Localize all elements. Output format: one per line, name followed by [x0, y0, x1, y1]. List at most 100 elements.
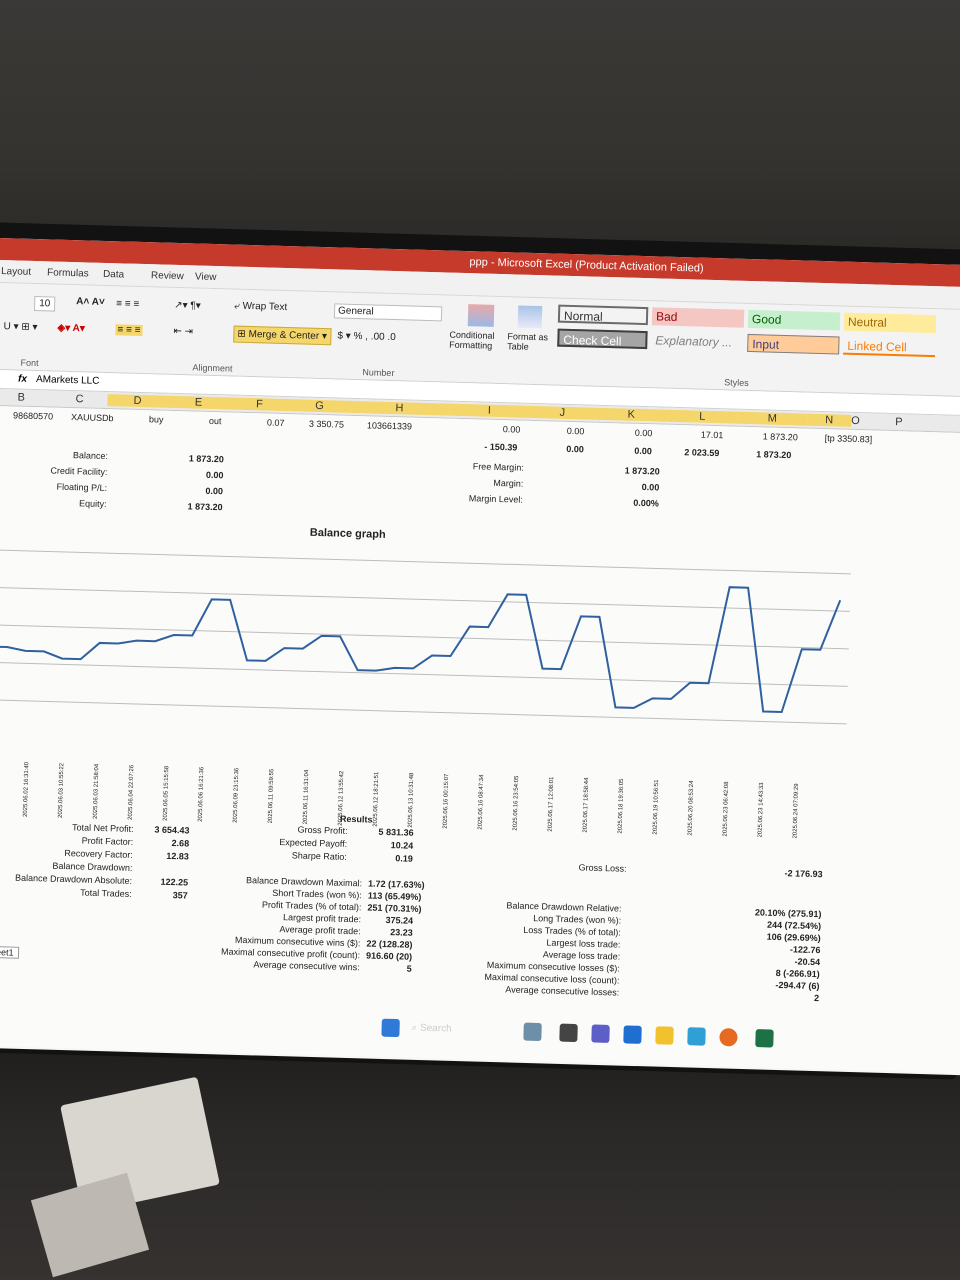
credit-value[interactable]: 0.00 [183, 469, 224, 480]
font-color-icon[interactable]: ◈▾ A▾ [57, 323, 85, 335]
col-header-j[interactable]: J [529, 405, 596, 420]
currency-icon[interactable]: $ ▾ % , .00 .0 [337, 330, 396, 343]
style-input[interactable]: Input [747, 333, 840, 355]
result-value[interactable]: 23.23 [367, 927, 413, 938]
tab-view[interactable]: View [195, 271, 217, 283]
cell-l1[interactable]: 17.01 [701, 430, 724, 441]
cell-i1[interactable]: 0.00 [503, 424, 521, 434]
grow-font-icon[interactable]: A˄ A˅ [76, 296, 105, 308]
font-size-box[interactable]: 10 [33, 295, 56, 312]
col-header-g[interactable]: G [289, 399, 350, 413]
tab-layout[interactable]: Layout [1, 266, 31, 278]
format-as-table-button[interactable]: Format as Table [507, 331, 558, 352]
file-explorer-icon[interactable] [655, 1026, 674, 1045]
cell-h1[interactable]: 103661339 [367, 420, 412, 431]
result-value[interactable]: -294.47 (6) [729, 979, 819, 991]
result-value[interactable]: 251 (70.31%) [367, 903, 421, 915]
result-value[interactable]: 12.83 [149, 850, 189, 862]
result-value[interactable]: 244 (72.54%) [731, 919, 821, 932]
taskbar-search[interactable]: ⌕ Search [411, 1022, 451, 1034]
underline-icon[interactable]: U ▾ ⊞ ▾ [3, 321, 37, 333]
indent-icon[interactable]: ⇤ ⇥ [173, 326, 193, 338]
col-header-n[interactable]: N [807, 413, 852, 427]
col-header-e[interactable]: E [167, 395, 230, 410]
col-header-h[interactable]: H [349, 400, 450, 416]
tab-review[interactable]: Review [151, 270, 184, 282]
result-value[interactable]: 3 654.43 [149, 824, 189, 836]
result-value[interactable]: -20.54 [730, 955, 820, 967]
style-linked-cell[interactable]: Linked Cell [843, 336, 936, 358]
style-good[interactable]: Good [747, 309, 841, 331]
widgets-icon[interactable] [523, 1022, 542, 1042]
margin-value[interactable]: 0.00 [613, 481, 660, 492]
result-value[interactable]: -122.76 [730, 943, 821, 955]
tab-data[interactable]: Data [103, 269, 124, 281]
col-header-k[interactable]: K [595, 407, 668, 422]
col-header-f[interactable]: F [229, 397, 290, 412]
style-normal[interactable]: Normal [557, 304, 649, 326]
result-value[interactable]: 113 (65.49%) [368, 891, 422, 902]
result-value[interactable]: 375.24 [367, 915, 413, 926]
col-header-d[interactable]: D [107, 394, 168, 408]
cell-j2[interactable]: 0.00 [566, 444, 584, 454]
style-check-cell[interactable]: Check Cell [557, 328, 648, 350]
result-value[interactable]: 2 [729, 991, 819, 1003]
cell-k2[interactable]: 0.00 [634, 446, 652, 456]
result-value[interactable]: 916.60 (20) [366, 951, 412, 962]
number-format-select[interactable]: General [333, 303, 443, 322]
result-value[interactable] [149, 863, 189, 864]
result-value[interactable]: 0.19 [363, 852, 413, 863]
align-left-icon[interactable]: ≡ ≡ ≡ [115, 324, 143, 337]
result-value[interactable]: 2.68 [149, 837, 190, 848]
floating-value[interactable]: 0.00 [183, 485, 223, 496]
result-value[interactable]: -2 176.93 [742, 867, 822, 879]
style-explanatory[interactable]: Explanatory ... [651, 331, 743, 352]
orientation-icon[interactable]: ↗▾ ¶▾ [174, 300, 201, 312]
worksheet[interactable]: 98680570 XAUUSDb buy out 0.07 3 350.75 1… [0, 405, 960, 1074]
format-table-icon[interactable] [517, 305, 543, 329]
col-header-c[interactable]: C [75, 393, 83, 405]
cell-e1[interactable]: out [209, 416, 222, 426]
col-header-o[interactable]: O [851, 415, 860, 427]
col-header-p[interactable]: P [895, 416, 903, 428]
cell-g1[interactable]: 3 350.75 [309, 419, 344, 430]
cell-n1[interactable]: [tp 3350.83] [825, 433, 873, 444]
conditional-formatting-button[interactable]: Conditional Formatting [449, 330, 510, 352]
free-margin-value[interactable]: 1 873.20 [614, 465, 660, 477]
cell-c1[interactable]: XAUUSDb [71, 412, 114, 423]
cell-b1[interactable]: 98680570 [13, 410, 53, 421]
cell-k1[interactable]: 0.00 [635, 428, 653, 438]
start-icon[interactable] [381, 1018, 400, 1038]
equity-value[interactable]: 1 873.20 [182, 501, 222, 512]
col-header-l[interactable]: L [667, 409, 738, 424]
style-bad[interactable]: Bad [651, 307, 745, 328]
cell-m2[interactable]: 1 873.20 [756, 449, 791, 460]
result-value[interactable]: 1.72 (17.63%) [368, 879, 425, 891]
col-header-b[interactable]: B [17, 392, 25, 404]
result-value[interactable]: 5 [366, 962, 412, 974]
sheet-tab[interactable]: Sheet1 [0, 945, 19, 959]
result-value[interactable]: 106 (29.69%) [731, 931, 821, 944]
wrap-text-button[interactable]: ⤶ Wrap Text [234, 301, 287, 313]
merge-center-button[interactable]: ⊞ Merge & Center ▾ [233, 325, 332, 346]
result-value[interactable]: 22 (128.28) [366, 939, 412, 950]
conditional-formatting-icon[interactable] [467, 304, 495, 327]
result-value[interactable]: 10.24 [363, 839, 414, 851]
app-icon[interactable] [687, 1027, 706, 1046]
balance-value[interactable]: 1 873.20 [184, 453, 224, 464]
store-icon[interactable] [623, 1025, 642, 1044]
col-header-m[interactable]: M [737, 411, 808, 426]
result-value[interactable]: 357 [148, 889, 188, 900]
result-value[interactable]: 8 (-266.91) [730, 967, 820, 979]
col-header-i[interactable]: I [449, 403, 530, 418]
cell-d1[interactable]: buy [149, 414, 164, 424]
function-icon[interactable]: fx [18, 374, 27, 385]
result-value[interactable]: 5 831.36 [363, 826, 413, 838]
teams-icon[interactable] [591, 1024, 610, 1043]
result-value[interactable]: 122.25 [148, 876, 188, 888]
cell-j1[interactable]: 0.00 [567, 426, 585, 436]
style-neutral[interactable]: Neutral [843, 312, 937, 334]
result-value[interactable]: 20.10% (275.91) [731, 907, 822, 919]
cell-f1[interactable]: 0.07 [267, 418, 285, 428]
excel-icon[interactable] [755, 1029, 774, 1048]
